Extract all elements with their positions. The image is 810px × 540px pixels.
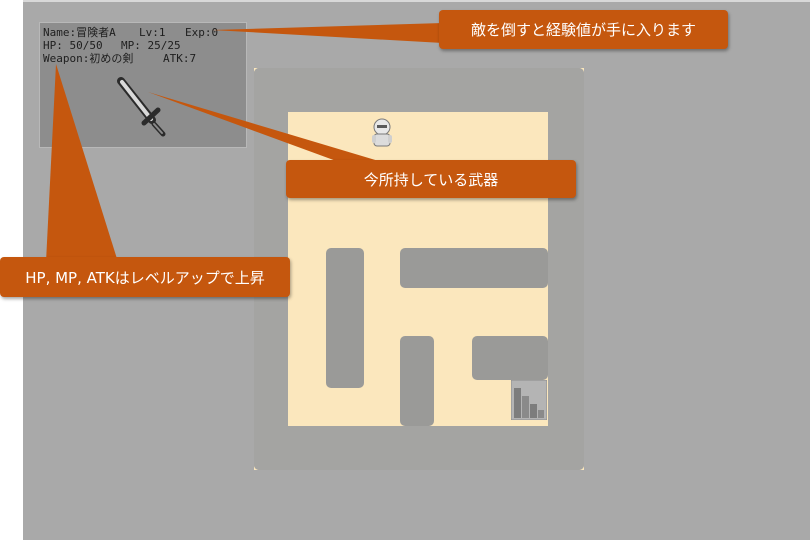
callout-stats: HP, MP, ATKはレベルアップで上昇	[0, 257, 290, 297]
wall-inner	[400, 336, 434, 426]
callout-weapon: 今所持している武器	[286, 160, 576, 198]
wall-top	[254, 68, 584, 112]
player-level: Lv:1	[139, 26, 166, 39]
player-weapon: Weapon:初めの剣	[43, 52, 134, 65]
wall-right	[548, 68, 584, 470]
player-hp: HP: 50/50	[43, 39, 103, 52]
status-row-2: HP: 50/50 MP: 25/25	[43, 39, 246, 52]
player-exp: Exp:0	[185, 26, 219, 39]
status-row-3: Weapon:初めの剣 ATK:7	[43, 52, 246, 65]
player-sprite	[372, 118, 392, 147]
status-row-1: Name:冒険者A Lv:1 Exp:0	[43, 26, 246, 39]
player-atk: ATK:7	[163, 52, 197, 65]
player-mp: MP: 25/25	[121, 39, 181, 52]
player-name: Name:冒険者A	[43, 26, 116, 39]
wall-inner	[472, 336, 548, 380]
sword-icon	[117, 77, 166, 137]
wall-bottom	[254, 426, 584, 470]
callout-exp: 敵を倒すと経験値が手に入ります	[439, 10, 728, 49]
stairs-icon[interactable]	[511, 380, 547, 420]
wall-inner	[326, 248, 364, 388]
wall-inner	[400, 248, 548, 288]
